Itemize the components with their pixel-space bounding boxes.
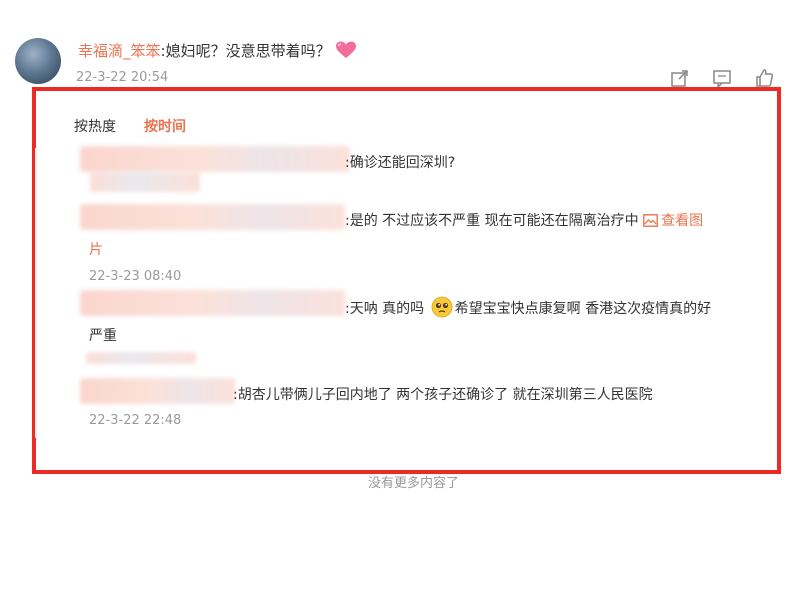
- tab-sort-time[interactable]: 按时间: [144, 116, 186, 136]
- reply-text: :确诊还能回深圳?: [345, 155, 456, 171]
- reply-text: :胡杏儿带俩儿子回内地了 两个孩子还确诊了 就在深圳第三人民医院: [233, 387, 653, 403]
- blurred-username: [80, 204, 345, 230]
- comment-time: 22-3-22 20:54: [76, 70, 169, 85]
- like-icon[interactable]: [754, 68, 774, 88]
- view-image-link[interactable]: 查看图: [643, 213, 703, 229]
- blurred-username: [80, 146, 350, 172]
- sort-tabs: 按热度 按时间: [74, 116, 186, 136]
- reply-thread-line: [35, 148, 37, 438]
- reply-text: :是的 不过应该不严重 现在可能还在隔离治疗中 查看图: [345, 213, 704, 229]
- share-icon[interactable]: [670, 68, 690, 88]
- blurred-time: [86, 352, 196, 364]
- blurred-username: [80, 290, 345, 316]
- view-image-link-cont[interactable]: 片: [89, 239, 103, 259]
- tab-sort-hot[interactable]: 按热度: [74, 116, 116, 136]
- comment-actions: [670, 68, 774, 88]
- pleading-face-emoji-icon: [431, 296, 453, 322]
- avatar[interactable]: [15, 38, 61, 84]
- reply-time: 22-3-22 22:48: [89, 413, 182, 428]
- blurred-username: [80, 378, 235, 404]
- image-icon: [643, 214, 658, 231]
- blurred-meta: [90, 172, 200, 192]
- reply-text: :天呐 真的吗 希望宝宝快点康复啊 香港这次疫情真的好: [345, 296, 711, 322]
- heart-emoji-icon: [335, 41, 357, 63]
- reply-text-cont: 严重: [89, 328, 117, 344]
- comment-text: :媳妇呢？没意思带着吗？: [160, 42, 331, 60]
- no-more-content: 没有更多内容了: [368, 476, 460, 491]
- top-comment: 幸福滴_笨笨:媳妇呢？没意思带着吗？: [78, 40, 357, 63]
- comment-username[interactable]: 幸福滴_笨笨: [78, 42, 161, 60]
- comment-icon[interactable]: [712, 68, 732, 88]
- reply-time: 22-3-23 08:40: [89, 269, 182, 284]
